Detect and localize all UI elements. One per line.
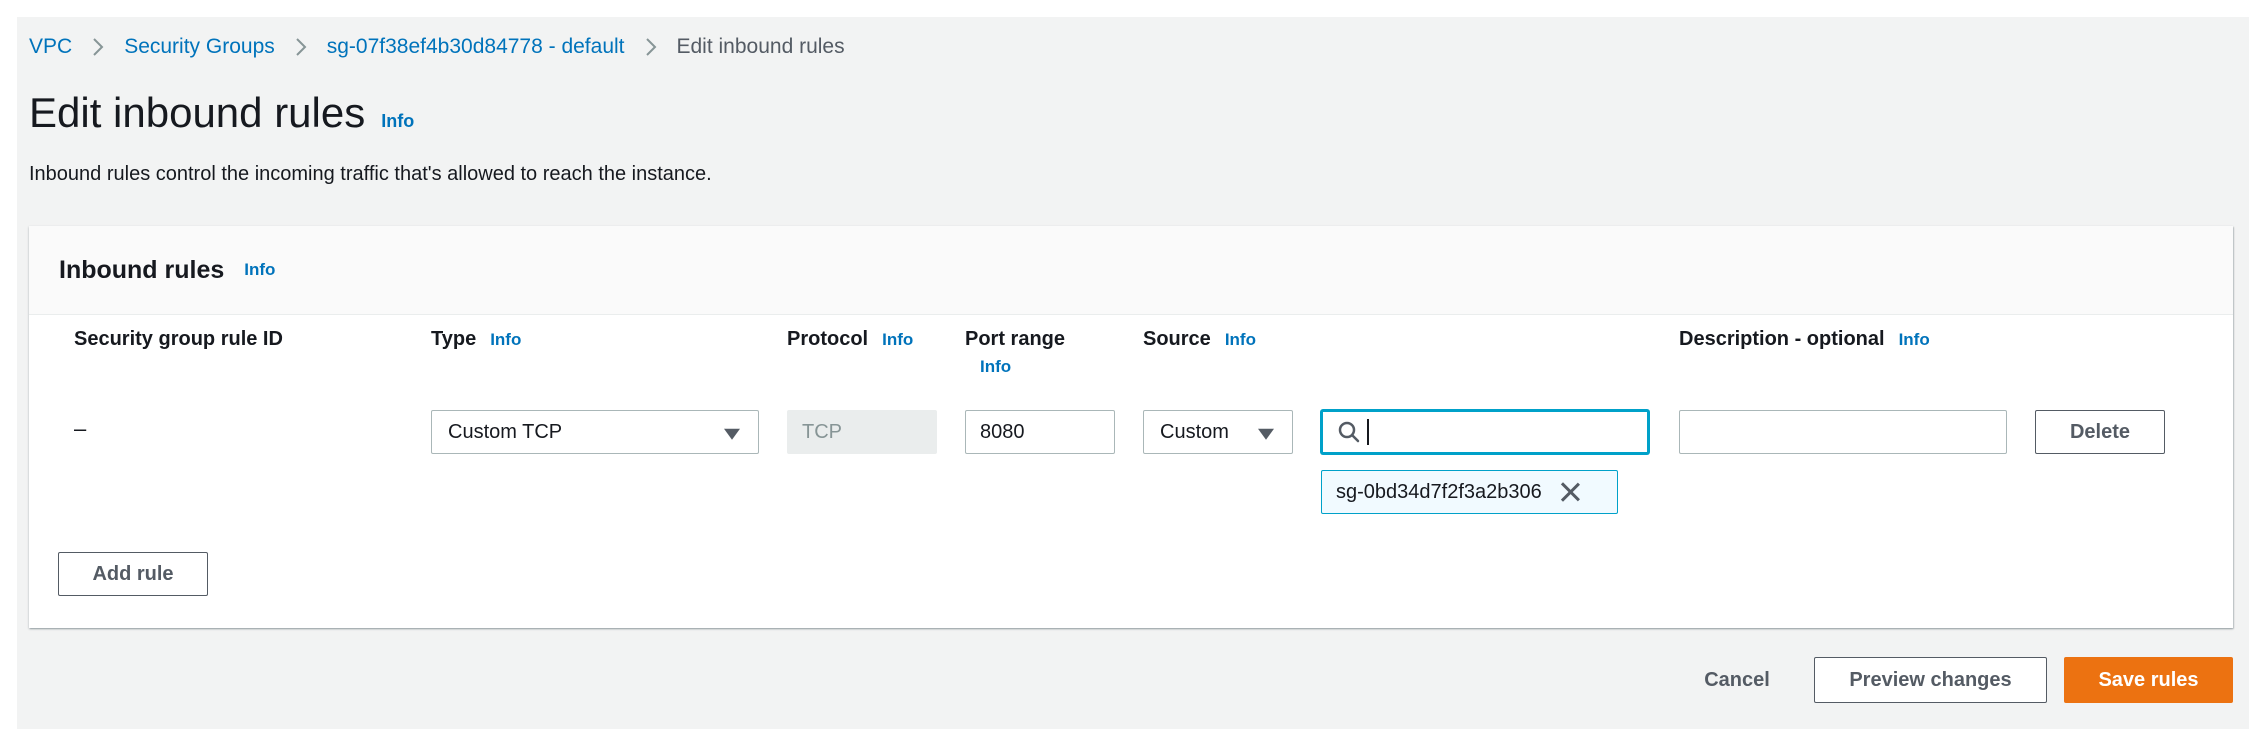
breadcrumb: VPC Security Groups sg-07f38ef4b30d84778… [29,27,845,67]
delete-rule-button[interactable]: Delete [2035,410,2165,454]
col-label: Port range [965,328,1066,350]
col-label: Source [1143,328,1211,350]
source-select[interactable]: Custom [1143,410,1293,454]
col-header-source: Source Info [1143,328,1256,351]
panel-info-link[interactable]: Info [244,260,275,280]
type-select[interactable]: Custom TCP [431,410,759,454]
page-info-link[interactable]: Info [381,111,414,132]
col-header-description: Description - optional Info [1679,328,1930,351]
col-label: Description - optional [1679,328,1885,350]
panel-title: Inbound rules [59,255,225,284]
col-label: Protocol [787,328,869,350]
source-select-value: Custom [1160,420,1229,443]
rule-id-value: – [74,416,87,441]
protocol-input: TCP [787,410,937,454]
col-header-rule-id: Security group rule ID [74,328,283,351]
col-header-type: Type Info [431,328,521,351]
col-header-port-range: Port range Info [965,328,1065,377]
caret-down-icon [1258,428,1274,440]
chevron-right-icon [645,37,657,57]
type-info-link[interactable]: Info [490,330,521,350]
breadcrumb-security-group[interactable]: sg-07f38ef4b30d84778 - default [327,35,625,59]
protocol-value: TCP [802,420,842,443]
col-label: Security group rule ID [74,328,283,350]
breadcrumb-security-groups[interactable]: Security Groups [124,35,275,59]
source-token-label: sg-0bd34d7f2f3a2b306 [1336,480,1542,503]
inbound-rules-panel: Inbound rules Info Security group rule I… [29,226,2233,628]
page-title: Edit inbound rules [29,89,366,136]
close-icon[interactable] [1560,482,1580,502]
page-description: Inbound rules control the incoming traff… [29,163,712,185]
type-select-value: Custom TCP [448,420,563,443]
page-header: Edit inbound rules Info [29,89,414,137]
port-range-info-link[interactable]: Info [980,357,1011,377]
search-icon [1337,420,1361,444]
chevron-right-icon [295,37,307,57]
page-container: VPC Security Groups sg-07f38ef4b30d84778… [17,17,2249,729]
source-search-input[interactable] [1321,410,1649,454]
text-cursor [1367,419,1369,445]
description-input[interactable] [1679,410,2007,454]
source-token: sg-0bd34d7f2f3a2b306 [1321,470,1618,514]
cancel-button[interactable]: Cancel [1682,657,1792,703]
port-range-input[interactable]: 8080 [965,410,1115,454]
description-info-link[interactable]: Info [1899,330,1930,350]
add-rule-button[interactable]: Add rule [58,552,208,596]
breadcrumb-current: Edit inbound rules [676,35,845,58]
source-info-link[interactable]: Info [1225,330,1256,350]
breadcrumb-vpc[interactable]: VPC [29,35,72,59]
port-range-value: 8080 [980,420,1025,443]
caret-down-icon [724,428,740,440]
chevron-right-icon [92,37,104,57]
protocol-info-link[interactable]: Info [882,330,913,350]
preview-changes-button[interactable]: Preview changes [1814,657,2047,703]
col-header-protocol: Protocol Info [787,328,913,351]
save-rules-button[interactable]: Save rules [2064,657,2233,703]
col-label: Type [431,328,477,350]
panel-header: Inbound rules Info [29,226,2233,315]
